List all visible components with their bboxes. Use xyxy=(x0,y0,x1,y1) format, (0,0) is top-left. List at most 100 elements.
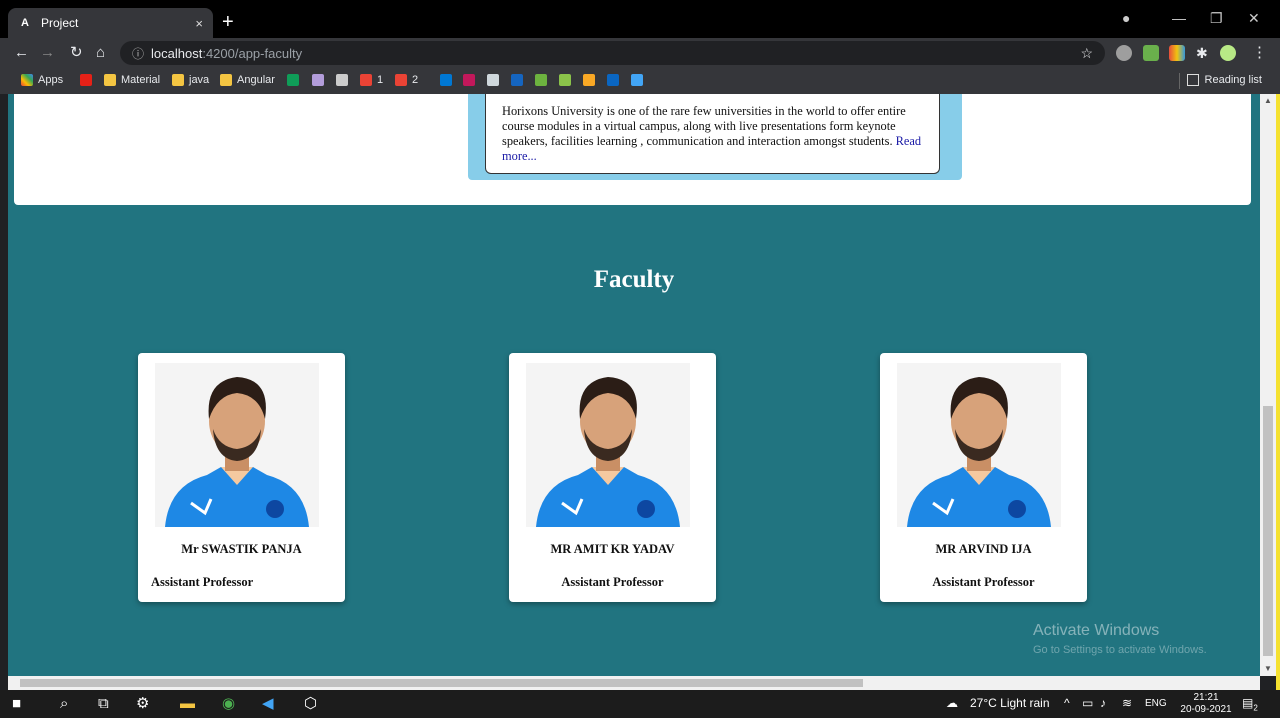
task-view-icon[interactable]: ⧉ xyxy=(98,695,109,713)
faculty-card[interactable]: Mr SWASTIK PANJA Assistant Professor xyxy=(138,353,345,602)
tab-strip: A Project × + ● — ❐ ✕ xyxy=(0,0,1280,38)
bookmark-check[interactable] xyxy=(511,74,528,86)
faculty-name: Mr SWASTIK PANJA xyxy=(181,542,302,556)
about-text: Horixons University is one of the rare f… xyxy=(502,104,906,148)
bookmark-spring[interactable] xyxy=(535,74,552,86)
faculty-heading: Faculty xyxy=(593,266,675,293)
tab-close-icon[interactable]: × xyxy=(195,16,203,31)
faculty-card[interactable]: MR ARVIND IJA Assistant Professor xyxy=(880,353,1087,602)
vertical-scroll-thumb[interactable] xyxy=(1263,406,1273,656)
faculty-card[interactable]: MR AMIT KR YADAV Assistant Professor xyxy=(509,353,716,602)
bookmarks-divider xyxy=(1179,73,1180,89)
minimize-icon[interactable]: — xyxy=(1172,10,1186,26)
notifications-icon[interactable]: ▤2 xyxy=(1242,696,1258,712)
notification-count: 2 xyxy=(1253,703,1258,713)
address-bar[interactable]: ⓘ localhost :4200/app-faculty ☆ xyxy=(120,41,1105,65)
clock-time: 21:21 xyxy=(1193,692,1219,703)
weather-text[interactable]: 27°C Light rain xyxy=(970,696,1050,710)
mail-icon xyxy=(463,74,475,86)
3d-box-icon[interactable]: ⬡ xyxy=(304,695,317,713)
search-icon[interactable]: ⌕ xyxy=(60,695,68,713)
back-icon[interactable]: ← xyxy=(14,44,29,62)
horizontal-scrollbar[interactable] xyxy=(8,676,1260,690)
bookmark-gmail-1[interactable]: 1 xyxy=(360,74,383,86)
url-host: localhost xyxy=(151,45,203,61)
browser-toolbar: ← → ↻ ⌂ ⓘ localhost :4200/app-faculty ☆ … xyxy=(0,38,1280,68)
language-indicator[interactable]: ENG xyxy=(1145,698,1167,709)
close-window-icon[interactable]: ✕ xyxy=(1248,10,1260,27)
bookmark-star-icon[interactable]: ☆ xyxy=(1080,45,1093,62)
vscode-icon[interactable]: ◀ xyxy=(262,695,274,713)
wifi-icon[interactable]: ≋ xyxy=(1122,696,1132,710)
bookmark-paint[interactable] xyxy=(631,74,648,86)
faculty-role: Assistant Professor xyxy=(561,575,664,589)
home-icon[interactable]: ⌂ xyxy=(96,44,105,62)
bookmark-apps[interactable]: Apps xyxy=(21,74,63,86)
folder-icon xyxy=(104,74,116,86)
faculty-name: MR ARVIND IJA xyxy=(935,542,1032,556)
bookmark-gmail-2[interactable]: 2 xyxy=(395,74,418,86)
system-clock[interactable]: 21:21 20-09-2021 xyxy=(1180,692,1232,716)
window-edge xyxy=(1276,94,1280,690)
restore-icon[interactable]: ❐ xyxy=(1210,10,1223,27)
url-path: :4200/app-faculty xyxy=(202,45,303,61)
clock-date: 20-09-2021 xyxy=(1180,704,1232,715)
scroll-up-icon[interactable]: ▲ xyxy=(1264,96,1272,105)
bookmark-angular[interactable]: Angular xyxy=(220,74,275,86)
bookmark-youtube[interactable] xyxy=(80,74,97,86)
bookmark-java[interactable]: java xyxy=(172,74,209,86)
new-tab-button[interactable]: + xyxy=(222,12,234,32)
bookmark-vuetify[interactable] xyxy=(312,74,329,86)
profile-menu-icon[interactable]: ● xyxy=(1122,10,1130,26)
forward-icon[interactable]: → xyxy=(40,44,55,62)
volume-icon[interactable]: ♪ xyxy=(1100,696,1106,710)
bookmark-hibernate[interactable] xyxy=(583,74,600,86)
weather-icon[interactable]: ☁ xyxy=(946,696,958,710)
activate-windows-subtitle: Go to Settings to activate Windows. xyxy=(1033,644,1207,656)
gmail-icon xyxy=(395,74,407,86)
bowl-icon xyxy=(559,74,571,86)
faculty-role: Assistant Professor xyxy=(932,575,1035,589)
check-icon xyxy=(511,74,523,86)
faculty-role: Assistant Professor xyxy=(151,575,254,589)
scroll-down-icon[interactable]: ▼ xyxy=(1264,664,1272,673)
vertical-scrollbar[interactable]: ▲ ▼ xyxy=(1260,94,1276,676)
bookmark-sheets[interactable] xyxy=(287,74,304,86)
tab-project[interactable]: A Project × xyxy=(8,8,213,38)
bookmark-linkedin[interactable] xyxy=(607,74,624,86)
reload-icon[interactable]: ↻ xyxy=(70,44,83,62)
bookmark-label: Apps xyxy=(38,74,64,86)
extensions-puzzle-icon[interactable]: ✱ xyxy=(1196,44,1208,62)
bookmark-bowl[interactable] xyxy=(559,74,576,86)
reading-list-icon xyxy=(1186,74,1199,86)
tray-chevron-icon[interactable]: ^ xyxy=(1064,696,1070,710)
file-explorer-icon[interactable]: ▬ xyxy=(180,695,195,713)
tab-title: Project xyxy=(41,16,79,30)
angular-favicon-icon: A xyxy=(21,17,29,29)
bookmark-material[interactable]: Material xyxy=(104,74,160,86)
bookmark-label: Angular xyxy=(237,74,275,86)
settings-gear-icon[interactable]: ⚙ xyxy=(136,695,149,713)
windows-start-icon[interactable]: ■ xyxy=(12,695,21,713)
bookmark-outlook[interactable] xyxy=(440,74,457,86)
reading-list-label: Reading list xyxy=(1204,74,1262,86)
menu-kebab-icon[interactable]: ⋮ xyxy=(1252,44,1267,62)
bookmarks-bar: Apps Material java Angular 1 2 Reading l… xyxy=(0,68,1280,94)
site-info-icon[interactable]: ⓘ xyxy=(132,45,144,62)
horizontal-scroll-thumb[interactable] xyxy=(20,679,863,687)
reading-list-button[interactable]: Reading list xyxy=(1186,74,1262,86)
extension-calendar-icon[interactable] xyxy=(1143,45,1159,61)
chrome-icon[interactable]: ◉ xyxy=(222,695,235,713)
extension-color-icon[interactable] xyxy=(1169,45,1185,61)
sheets-icon xyxy=(287,74,299,86)
bookmark-lock[interactable] xyxy=(487,74,504,86)
avatar[interactable] xyxy=(1220,45,1236,61)
bookmark-label: 1 xyxy=(377,74,384,86)
folder-icon xyxy=(172,74,184,86)
battery-icon[interactable]: ▭ xyxy=(1082,696,1093,710)
extension-icon[interactable] xyxy=(1116,45,1132,61)
spring-icon xyxy=(535,74,547,86)
bookmark-mail[interactable] xyxy=(463,74,480,86)
faculty-photo xyxy=(526,363,690,527)
bookmark-pen[interactable] xyxy=(336,74,353,86)
